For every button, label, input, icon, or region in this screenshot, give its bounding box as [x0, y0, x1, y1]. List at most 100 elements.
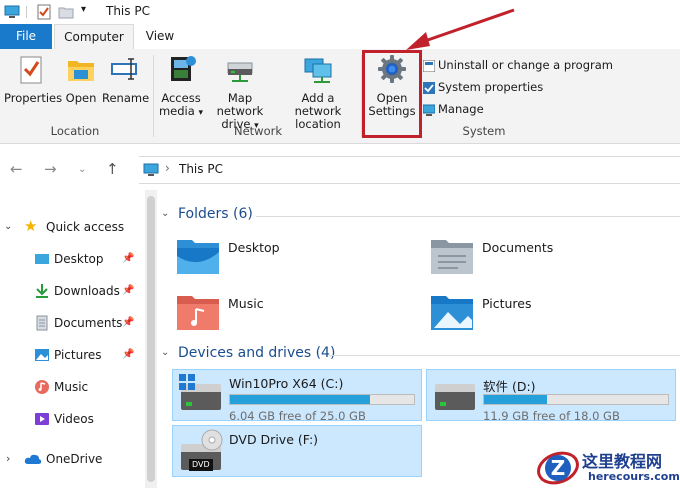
section-divider: [256, 216, 680, 217]
map-network-drive-button[interactable]: Map network drive ▾: [204, 53, 276, 133]
dropdown-arrow-icon: ▾: [198, 108, 203, 118]
sidebar-item-music[interactable]: Music: [34, 376, 138, 398]
drive-name: Win10Pro X64 (C:): [229, 376, 344, 391]
drive-usage-bar: [483, 394, 669, 405]
highlight-box: [362, 50, 422, 138]
folders-section-header[interactable]: Folders (6): [178, 206, 253, 222]
documents-folder-icon: [431, 240, 473, 274]
this-pc-icon: [143, 163, 159, 176]
window-title: This PC: [106, 4, 150, 18]
watermark: Z 这里教程网 herecours.com: [536, 446, 680, 488]
watermark-logo: Z: [537, 451, 579, 485]
chevron-down-icon[interactable]: ⌄: [161, 208, 169, 219]
customize-toolbar-icon[interactable]: ▾: [81, 4, 86, 15]
rename-button[interactable]: Rename: [102, 53, 149, 105]
pictures-folder-icon: [431, 296, 473, 330]
uninstall-icon: [423, 59, 435, 72]
ribbon: Properties Open Rename Location Access m…: [0, 49, 680, 144]
folder-desktop[interactable]: Desktop: [176, 236, 376, 280]
back-arrow-icon[interactable]: ←: [10, 160, 23, 178]
drive-usage-fill: [484, 395, 547, 404]
download-icon: [36, 284, 48, 298]
forward-arrow-icon[interactable]: →: [44, 160, 57, 178]
address-bar[interactable]: › This PC: [139, 156, 680, 184]
properties-icon: [20, 56, 42, 84]
drive-usage-fill: [230, 395, 370, 404]
group-label-network: Network: [233, 124, 283, 138]
rename-icon: [111, 58, 137, 80]
ribbon-separator: [153, 55, 154, 137]
chevron-right-icon[interactable]: ›: [6, 448, 10, 470]
documents-icon: [36, 315, 48, 331]
sidebar-scrollbar-thumb[interactable]: [147, 196, 155, 482]
drive-free-space: 11.9 GB free of 18.0 GB: [483, 409, 620, 423]
drive-free-space: 6.04 GB free of 25.0 GB: [229, 409, 366, 423]
network-drive-icon: [227, 62, 253, 82]
pin-icon[interactable]: 📌: [122, 349, 134, 360]
pin-icon[interactable]: 📌: [122, 253, 134, 264]
drive-name: 软件 (D:): [483, 379, 536, 394]
folder-pictures[interactable]: Pictures: [430, 292, 630, 336]
navigation-pane: ⌄ ★ Quick access Desktop 📌 Downloads 📌 D…: [0, 190, 140, 488]
ribbon-tabs: File Computer View: [0, 24, 680, 50]
hard-drive-icon: [435, 384, 475, 410]
system-properties-button[interactable]: System properties: [423, 78, 543, 96]
folder-documents[interactable]: Documents: [430, 236, 630, 280]
tab-view[interactable]: View: [136, 24, 184, 49]
onedrive-cloud-icon: [24, 454, 42, 464]
hard-drive-icon: [181, 384, 221, 410]
tab-computer[interactable]: Computer: [54, 24, 134, 50]
chevron-down-icon[interactable]: ⌄: [161, 347, 169, 358]
add-network-location-button[interactable]: Add a network location: [278, 53, 358, 131]
properties-quick-icon[interactable]: [36, 4, 52, 20]
group-label-location: Location: [50, 124, 100, 138]
watermark-letter: Z: [551, 456, 566, 480]
desktop-folder-icon: [177, 240, 219, 274]
chevron-down-icon[interactable]: ⌄: [4, 216, 12, 238]
properties-button[interactable]: Properties: [4, 53, 62, 105]
pictures-icon: [35, 349, 49, 361]
manage-button[interactable]: Manage: [423, 100, 484, 118]
system-properties-icon: [423, 81, 435, 94]
videos-icon: [35, 413, 49, 425]
disc-icon: [201, 429, 223, 451]
section-divider: [329, 355, 680, 356]
breadcrumb-this-pc[interactable]: This PC: [179, 162, 223, 176]
drive-d[interactable]: 软件 (D:) 11.9 GB free of 18.0 GB: [426, 369, 676, 423]
new-folder-quick-icon[interactable]: [58, 4, 74, 20]
drive-f[interactable]: DVD DVD Drive (F:): [172, 425, 422, 477]
pin-icon[interactable]: 📌: [122, 317, 134, 328]
recent-locations-chevron-icon[interactable]: ⌄: [78, 164, 86, 175]
breadcrumb-separator: ›: [165, 161, 170, 175]
group-label-system: System: [462, 124, 506, 138]
watermark-title: 这里教程网: [582, 452, 663, 471]
manage-icon: [423, 104, 435, 116]
annotation-arrow: [406, 8, 515, 50]
star-icon: ★: [24, 217, 38, 235]
access-media-button[interactable]: Access media ▾: [158, 53, 204, 120]
up-arrow-icon[interactable]: ↑: [106, 160, 119, 178]
watermark-url: herecours.com: [588, 470, 680, 483]
drive-usage-bar: [229, 394, 415, 405]
music-icon: [35, 380, 49, 394]
music-folder-icon: [177, 296, 219, 330]
uninstall-program-button[interactable]: Uninstall or change a program: [423, 56, 613, 74]
title-bar: ▾ This PC: [0, 0, 680, 24]
drive-c[interactable]: Win10Pro X64 (C:) 6.04 GB free of 25.0 G…: [172, 369, 422, 423]
open-folder-icon: [68, 61, 94, 81]
drive-name: DVD Drive (F:): [229, 432, 319, 447]
open-button[interactable]: Open: [62, 53, 100, 105]
sidebar-item-videos[interactable]: Videos: [34, 408, 138, 430]
desktop-icon: [35, 254, 49, 264]
folder-music[interactable]: Music: [176, 292, 376, 336]
windows-logo-icon: [179, 374, 195, 390]
tab-file[interactable]: File: [0, 24, 52, 49]
sidebar-item-quick-access[interactable]: ⌄ ★ Quick access: [4, 216, 139, 238]
this-pc-icon: [4, 5, 20, 18]
drives-section-header[interactable]: Devices and drives (4): [178, 345, 335, 361]
pin-icon[interactable]: 📌: [122, 285, 134, 296]
network-location-icon: [304, 58, 332, 83]
access-media-icon: [171, 56, 196, 81]
sidebar-item-onedrive[interactable]: › OneDrive: [4, 448, 139, 470]
dvd-badge: DVD: [189, 459, 213, 471]
